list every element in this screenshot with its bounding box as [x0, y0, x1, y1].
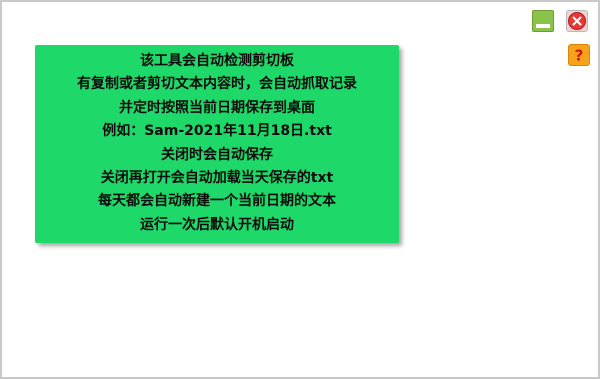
- svg-text:?: ?: [575, 46, 584, 64]
- info-line: 有复制或者剪切文本内容时，会自动抓取记录: [77, 76, 357, 93]
- info-line: 关闭时会自动保存: [161, 146, 273, 163]
- info-line: 并定时按照当前日期保存到桌面: [119, 99, 315, 116]
- info-line: 该工具会自动检测剪切板: [140, 53, 294, 69]
- minimize-button[interactable]: [532, 10, 554, 32]
- info-line: 运行一次后默认开机启动: [140, 216, 294, 233]
- close-icon: [568, 12, 586, 30]
- info-line: 关闭再打开会自动加载当天保存的txt: [100, 170, 334, 187]
- app-window: ? 该工具会自动检测剪切板 有复制或者剪切文本内容时，会自动抓取记录 并定时按照…: [0, 0, 600, 379]
- info-line: 每天都会自动新建一个当前日期的文本: [98, 193, 336, 210]
- info-panel: 该工具会自动检测剪切板 有复制或者剪切文本内容时，会自动抓取记录 并定时按照当前…: [35, 45, 399, 243]
- info-line: 例如：Sam-2021年11月18日.txt: [102, 123, 332, 140]
- question-mark-icon: ?: [575, 46, 584, 64]
- help-button[interactable]: ?: [568, 44, 590, 66]
- minimize-icon: [536, 24, 550, 28]
- close-button[interactable]: [566, 10, 588, 32]
